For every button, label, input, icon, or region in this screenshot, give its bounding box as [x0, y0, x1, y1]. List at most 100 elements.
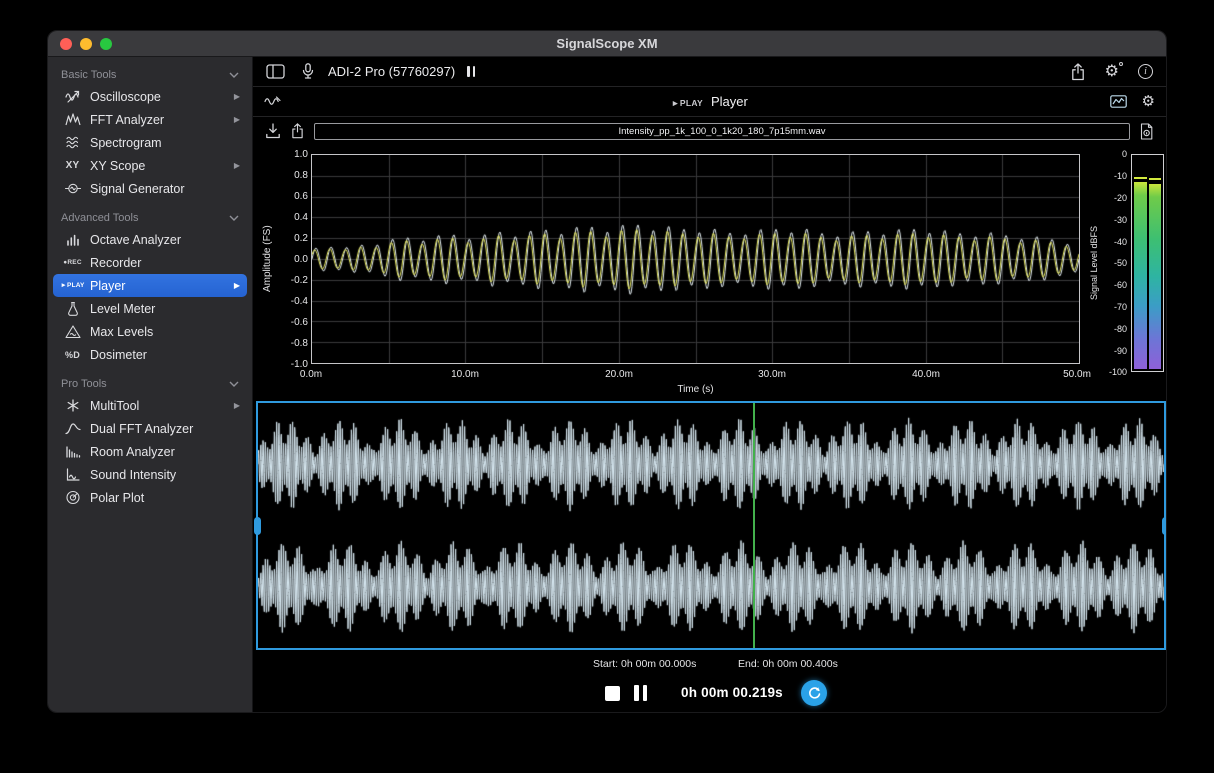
close-button[interactable] [60, 38, 72, 50]
chevron-right-icon: ▶ [234, 115, 240, 124]
sidebar-item-level-meter[interactable]: Level Meter [53, 297, 247, 320]
traffic-lights [60, 38, 112, 50]
chevron-down-icon [229, 215, 239, 221]
loop-button[interactable] [801, 680, 827, 706]
sidebar-item-player[interactable]: ►PLAY Player ▶ [53, 274, 247, 297]
loop-icon [807, 686, 822, 701]
selection-start-label: Start: 0h 00m 00.000s [593, 658, 696, 670]
pause-button[interactable] [634, 685, 647, 701]
play-icon: ►PLAY [60, 282, 85, 289]
chevron-right-icon: ▶ [234, 161, 240, 170]
sidebar-section-pro-tools[interactable]: Pro Tools [48, 373, 252, 394]
waveform-chart: Amplitude (FS) 1.0 0.8 0.6 0.4 0.2 0.0 -… [253, 145, 1166, 401]
multitool-icon [60, 398, 85, 413]
chevron-right-icon: ▶ [234, 92, 240, 101]
chevron-down-icon [229, 381, 239, 387]
sidebar-item-recorder[interactable]: ●REC Recorder [53, 251, 247, 274]
device-toolbar: ADI-2 Pro (57760297) ⚙ i [253, 57, 1166, 87]
meter-bar-left [1134, 157, 1147, 369]
sound-intensity-icon [60, 467, 85, 482]
device-name[interactable]: ADI-2 Pro (57760297) [328, 64, 455, 79]
dosimeter-icon: %D [60, 350, 85, 360]
chart-view-icon[interactable] [1110, 95, 1127, 108]
panel-settings-gear-icon[interactable]: ⚙ [1142, 94, 1155, 109]
sidebar-item-room-analyzer[interactable]: Room Analyzer [53, 440, 247, 463]
microphone-icon[interactable] [301, 63, 315, 80]
minimize-button[interactable] [80, 38, 92, 50]
sidebar-item-xy-scope[interactable]: XY XY Scope ▶ [53, 154, 247, 177]
file-row [253, 117, 1166, 145]
sidebar-section-basic-tools[interactable]: Basic Tools [48, 64, 252, 85]
current-time: 0h 00m 00.219s [681, 685, 783, 700]
selection-start-handle[interactable] [254, 517, 261, 535]
window-title: SignalScope XM [556, 36, 657, 51]
file-info-icon[interactable] [1139, 123, 1154, 140]
waveform-plot [311, 154, 1080, 364]
sidebar-toggle-icon[interactable] [266, 64, 285, 79]
level-meter-icon [60, 301, 85, 316]
spectrogram-icon [60, 135, 85, 150]
room-analyzer-icon [60, 444, 85, 459]
import-download-icon[interactable] [265, 123, 281, 139]
sidebar: Basic Tools Oscilloscope ▶ FFT Analyzer … [48, 57, 253, 712]
titlebar: SignalScope XM [48, 31, 1166, 57]
x-axis-title: Time (s) [311, 384, 1080, 395]
meter-axis-title: Signal Level dBFS [1088, 154, 1100, 372]
y-axis-title: Amplitude (FS) [261, 154, 274, 364]
meter-ticks: 0 -10 -20 -30 -40 -50 -60 -70 -80 -90 -1… [1100, 154, 1127, 372]
meter-peak [1149, 178, 1162, 180]
sidebar-item-dual-fft-analyzer[interactable]: Dual FFT Analyzer [53, 417, 247, 440]
main-area: ADI-2 Pro (57760297) ⚙ i ►PLAY Player [253, 57, 1166, 712]
device-pause-icon[interactable] [467, 66, 475, 77]
playhead[interactable] [753, 403, 755, 648]
meter-bar-right [1149, 157, 1162, 369]
settings-gear-icon[interactable]: ⚙ [1105, 64, 1119, 80]
stop-button[interactable] [605, 686, 620, 701]
x-axis-ticks: 0.0m 10.0m 20.0m 30.0m 40.0m 50.0m [253, 369, 1166, 381]
export-share-icon[interactable] [290, 123, 305, 139]
info-icon[interactable]: i [1138, 64, 1153, 79]
xy-scope-icon: XY [60, 160, 85, 171]
sidebar-item-fft-analyzer[interactable]: FFT Analyzer ▶ [53, 108, 247, 131]
chevron-down-icon [229, 72, 239, 78]
sidebar-item-dosimeter[interactable]: %D Dosimeter [53, 343, 247, 366]
waveform-edit-icon[interactable] [264, 95, 282, 108]
sidebar-item-polar-plot[interactable]: Polar Plot [53, 486, 247, 509]
selection-end-label: End: 0h 00m 00.400s [738, 658, 838, 670]
sidebar-item-signal-generator[interactable]: Signal Generator [53, 177, 247, 200]
sidebar-item-oscilloscope[interactable]: Oscilloscope ▶ [53, 85, 247, 108]
sidebar-section-advanced-tools[interactable]: Advanced Tools [48, 207, 252, 228]
selection-end-handle[interactable] [1162, 517, 1168, 535]
settings-badge-icon [1119, 62, 1123, 66]
chevron-right-icon: ▶ [234, 401, 240, 410]
signal-level-meter [1131, 154, 1164, 372]
meter-bar-fill [1134, 182, 1147, 369]
sidebar-item-octave-analyzer[interactable]: Octave Analyzer [53, 228, 247, 251]
file-name-field[interactable] [314, 123, 1130, 140]
sidebar-item-max-levels[interactable]: Max Levels [53, 320, 247, 343]
signal-generator-icon [60, 181, 85, 196]
sidebar-item-sound-intensity[interactable]: Sound Intensity [53, 463, 247, 486]
octave-analyzer-icon [60, 232, 85, 247]
y-axis-ticks: 1.0 0.8 0.6 0.4 0.2 0.0 -0.2 -0.4 -0.6 -… [275, 154, 308, 364]
overview-canvas[interactable] [258, 403, 1164, 648]
dual-fft-icon [60, 421, 85, 436]
selection-labels: Start: 0h 00m 00.000s End: 0h 00m 00.400… [253, 658, 1166, 672]
transport-controls: 0h 00m 00.219s [253, 678, 1166, 710]
share-icon[interactable] [1070, 63, 1086, 81]
meter-peak [1134, 177, 1147, 179]
zoom-button[interactable] [100, 38, 112, 50]
chevron-right-icon: ▶ [234, 281, 240, 290]
sidebar-item-multitool[interactable]: MultiTool ▶ [53, 394, 247, 417]
sidebar-item-spectrogram[interactable]: Spectrogram [53, 131, 247, 154]
file-overview[interactable] [256, 401, 1166, 650]
app-window: SignalScope XM Basic Tools Oscilloscope … [47, 30, 1167, 713]
fft-analyzer-icon [60, 112, 85, 127]
play-badge: ►PLAY [671, 98, 703, 108]
polar-plot-icon [60, 490, 85, 505]
warning-triangle-icon [60, 324, 85, 339]
oscilloscope-icon [60, 89, 85, 104]
meter-bar-fill [1149, 184, 1162, 370]
waveform-plot-canvas [312, 155, 1079, 363]
player-header: ►PLAY Player ⚙ [253, 87, 1166, 117]
